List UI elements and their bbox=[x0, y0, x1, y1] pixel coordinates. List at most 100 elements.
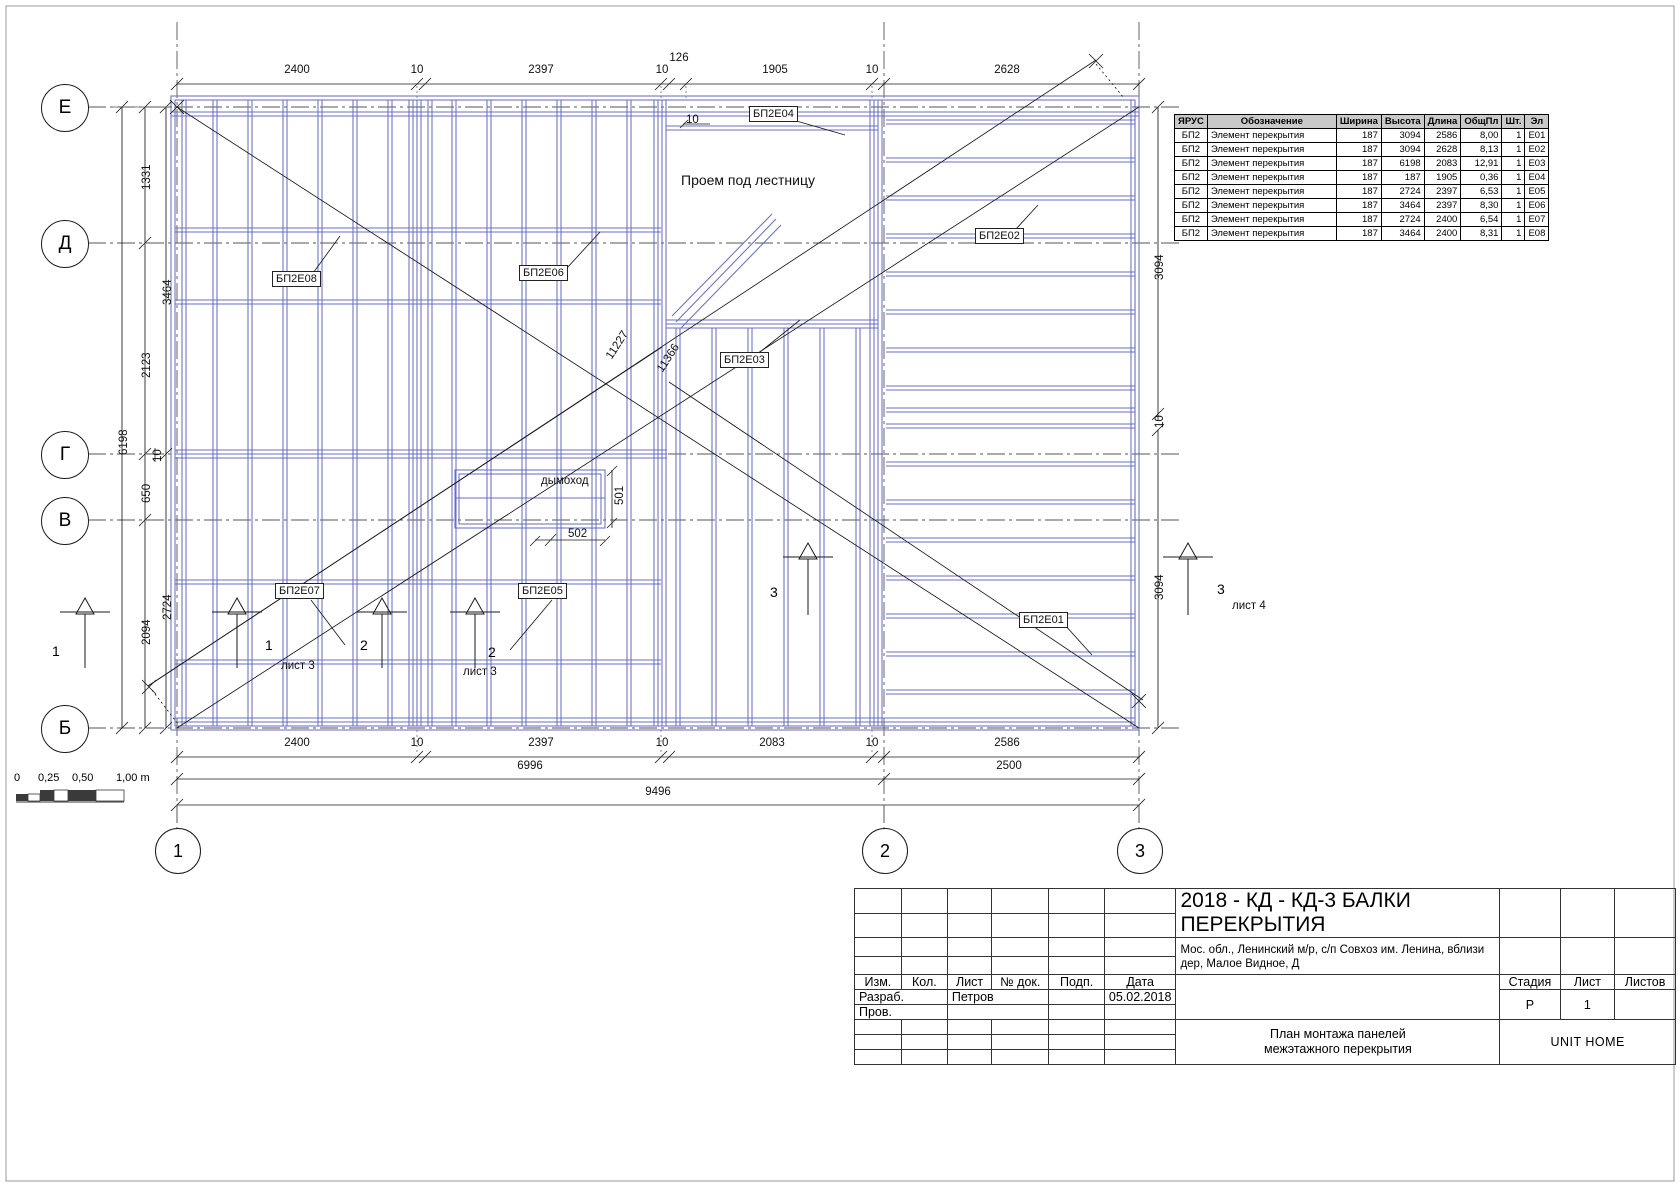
panel-tag-bp2e03[interactable]: БП2Е03 bbox=[720, 352, 769, 368]
grid-bubble-row-E[interactable]: Е bbox=[41, 84, 89, 132]
spec-cell: 187 bbox=[1335, 184, 1382, 199]
spec-cell: 0,36 bbox=[1460, 170, 1503, 185]
section-mark-1-sheet-ref: лист 3 bbox=[281, 660, 315, 672]
spec-cell: 6198 bbox=[1380, 156, 1425, 171]
grid-bubble-col-2[interactable]: 2 bbox=[862, 828, 908, 874]
tb-blank-row: Мос. обл., Ленинский м/р, с/п Совхоз им.… bbox=[854, 937, 1676, 975]
dim-right-upper: 3094 bbox=[1154, 254, 1166, 280]
dim-top-8: 2628 bbox=[994, 64, 1020, 76]
tb-head-list: Лист bbox=[946, 974, 993, 990]
spec-cell: 1 bbox=[1501, 156, 1526, 171]
dim-left-outer: 6198 bbox=[118, 429, 130, 455]
tb-head-podp: Подп. bbox=[1048, 974, 1105, 990]
spec-table-row: БП2 Элемент перекрытия 187 2724 2400 6,54 1 E07 bbox=[1174, 212, 1550, 227]
panel-tag-bp2e07[interactable]: БП2Е07 bbox=[275, 583, 324, 599]
grid-label: 1 bbox=[172, 840, 183, 861]
grid-bubble-col-3[interactable]: 3 bbox=[1117, 828, 1163, 874]
dim-top-7: 10 bbox=[865, 64, 879, 76]
section-mark-3-sheet-ref: лист 4 bbox=[1232, 600, 1266, 612]
grid-bubble-row-G[interactable]: Г bbox=[41, 431, 89, 479]
spec-cell: 2397 bbox=[1423, 184, 1462, 199]
spec-table-row: БП2 Элемент перекрытия 187 187 1905 0,36 1 E04 bbox=[1174, 170, 1550, 185]
spec-cell: E05 bbox=[1524, 184, 1550, 199]
dim-chimney-vertical: 501 bbox=[614, 485, 626, 505]
dim-top-4: 10 bbox=[655, 64, 669, 76]
spec-cell: 1 bbox=[1501, 142, 1526, 157]
spec-cell: E07 bbox=[1524, 212, 1550, 227]
spec-cell: Элемент перекрытия bbox=[1206, 156, 1337, 171]
dim-diagonal-11366: 11366 bbox=[655, 341, 683, 375]
tb-name-razrab: Петров bbox=[946, 989, 1050, 1005]
spec-cell: 6,53 bbox=[1460, 184, 1503, 199]
dim-top-5: 126 bbox=[669, 52, 689, 64]
sheet-title: 2018 - КД - КД-3 БАЛКИ ПЕРЕКРЫТИЯ bbox=[1180, 889, 1411, 936]
spec-col-length: Длина bbox=[1423, 114, 1462, 129]
dim-right-lower: 3094 bbox=[1154, 574, 1166, 600]
scale-tick-100: 1,00 m bbox=[116, 772, 150, 784]
dim-bottom-2: 10 bbox=[410, 737, 424, 749]
dim-left-3464: 3464 bbox=[162, 279, 174, 305]
dim-left-1331: 1331 bbox=[141, 164, 153, 190]
panel-tag-bp2e06[interactable]: БП2Е06 bbox=[519, 265, 568, 281]
tb-sign-razrab bbox=[1048, 989, 1105, 1005]
spec-cell: 2083 bbox=[1423, 156, 1462, 171]
tb-stage-value: Р bbox=[1499, 989, 1561, 1020]
tb-sheets-value bbox=[1614, 989, 1676, 1020]
spec-cell: 187 bbox=[1380, 170, 1425, 185]
dim-left-2724: 2724 bbox=[162, 594, 174, 620]
spec-cell: БП2 bbox=[1174, 128, 1208, 143]
spec-cell: 1 bbox=[1501, 170, 1526, 185]
grid-label: В bbox=[58, 510, 72, 531]
tb-head-stage: Стадия bbox=[1499, 974, 1561, 990]
chimney-label: дымоход bbox=[541, 475, 589, 487]
section-mark-1-left: 1 bbox=[52, 643, 60, 659]
spec-cell: 187 bbox=[1335, 142, 1382, 157]
drawing-name-line2: межэтажного перекрытия bbox=[1263, 1042, 1412, 1056]
grid-bubble-row-D[interactable]: Д bbox=[41, 220, 89, 268]
title-block: 2018 - КД - КД-3 БАЛКИ ПЕРЕКРЫТИЯ Мос. о… bbox=[854, 888, 1676, 1084]
tb-head-kol: Кол. bbox=[900, 974, 948, 990]
spec-cell: 187 bbox=[1335, 212, 1382, 227]
spec-cell: 187 bbox=[1335, 128, 1382, 143]
spec-cell: 1 bbox=[1501, 226, 1526, 241]
grid-bubble-col-1[interactable]: 1 bbox=[155, 828, 201, 874]
dim-bottom-4: 10 bbox=[655, 737, 669, 749]
panel-tag-bp2e01[interactable]: БП2Е01 bbox=[1019, 612, 1068, 628]
tb-revision-header-row: Изм. Кол. Лист № док. Подп. Дата Стадия … bbox=[854, 974, 1676, 1020]
panel-tag-bp2e04[interactable]: БП2Е04 bbox=[749, 106, 798, 122]
dim-total-left: 6996 bbox=[517, 760, 543, 772]
dim-left-650: 650 bbox=[141, 483, 153, 503]
spec-cell: 2724 bbox=[1380, 212, 1425, 227]
scale-tick-050: 0,50 bbox=[72, 772, 94, 784]
spec-table-row: БП2 Элемент перекрытия 187 6198 2083 12,91 1 E0… bbox=[1174, 156, 1550, 171]
grid-label: Е bbox=[58, 97, 72, 118]
tb-blank-row: План монтажа панелей межэтажного перекры… bbox=[854, 1019, 1676, 1065]
dim-top-3: 2397 bbox=[528, 64, 554, 76]
tb-date-razrab: 05.02.2018 bbox=[1103, 989, 1177, 1005]
grid-bubble-row-B[interactable]: Б bbox=[41, 705, 89, 753]
tb-head-doc: № док. bbox=[991, 974, 1050, 990]
panel-tag-bp2e05[interactable]: БП2Е05 bbox=[518, 583, 567, 599]
tb-sign-prov bbox=[1048, 1004, 1105, 1020]
spec-col-width: Ширина bbox=[1335, 114, 1382, 129]
dim-inner-top-small: 10 bbox=[686, 114, 699, 126]
spec-cell: 1 bbox=[1501, 184, 1526, 199]
drawing-name-line1: План монтажа панелей bbox=[1270, 1027, 1406, 1041]
tb-spacer-cell bbox=[1175, 974, 1501, 1020]
tb-blank-row: 2018 - КД - КД-3 БАЛКИ ПЕРЕКРЫТИЯ bbox=[854, 888, 1676, 938]
spec-cell: E01 bbox=[1524, 128, 1550, 143]
spec-cell: 1 bbox=[1501, 128, 1526, 143]
grid-bubble-row-V[interactable]: В bbox=[41, 497, 89, 545]
spec-cell: E02 bbox=[1524, 142, 1550, 157]
dim-top-1: 2400 bbox=[284, 64, 310, 76]
spec-cell: БП2 bbox=[1174, 170, 1208, 185]
spec-cell: БП2 bbox=[1174, 156, 1208, 171]
panel-tag-bp2e02[interactable]: БП2Е02 bbox=[975, 228, 1024, 244]
spec-table-row: БП2 Элемент перекрытия 187 3464 2397 8,30 1 E06 bbox=[1174, 198, 1550, 213]
section-mark-2-right: 2 bbox=[488, 644, 496, 660]
dim-left-2123: 2123 bbox=[141, 352, 153, 378]
scale-tick-025: 0,25 bbox=[38, 772, 60, 784]
spec-table-row: БП2 Элемент перекрытия 187 3464 2400 8,31 1 E08 bbox=[1174, 226, 1550, 241]
panel-tag-bp2e08[interactable]: БП2Е08 bbox=[272, 271, 321, 287]
dim-top-6: 1905 bbox=[762, 64, 788, 76]
